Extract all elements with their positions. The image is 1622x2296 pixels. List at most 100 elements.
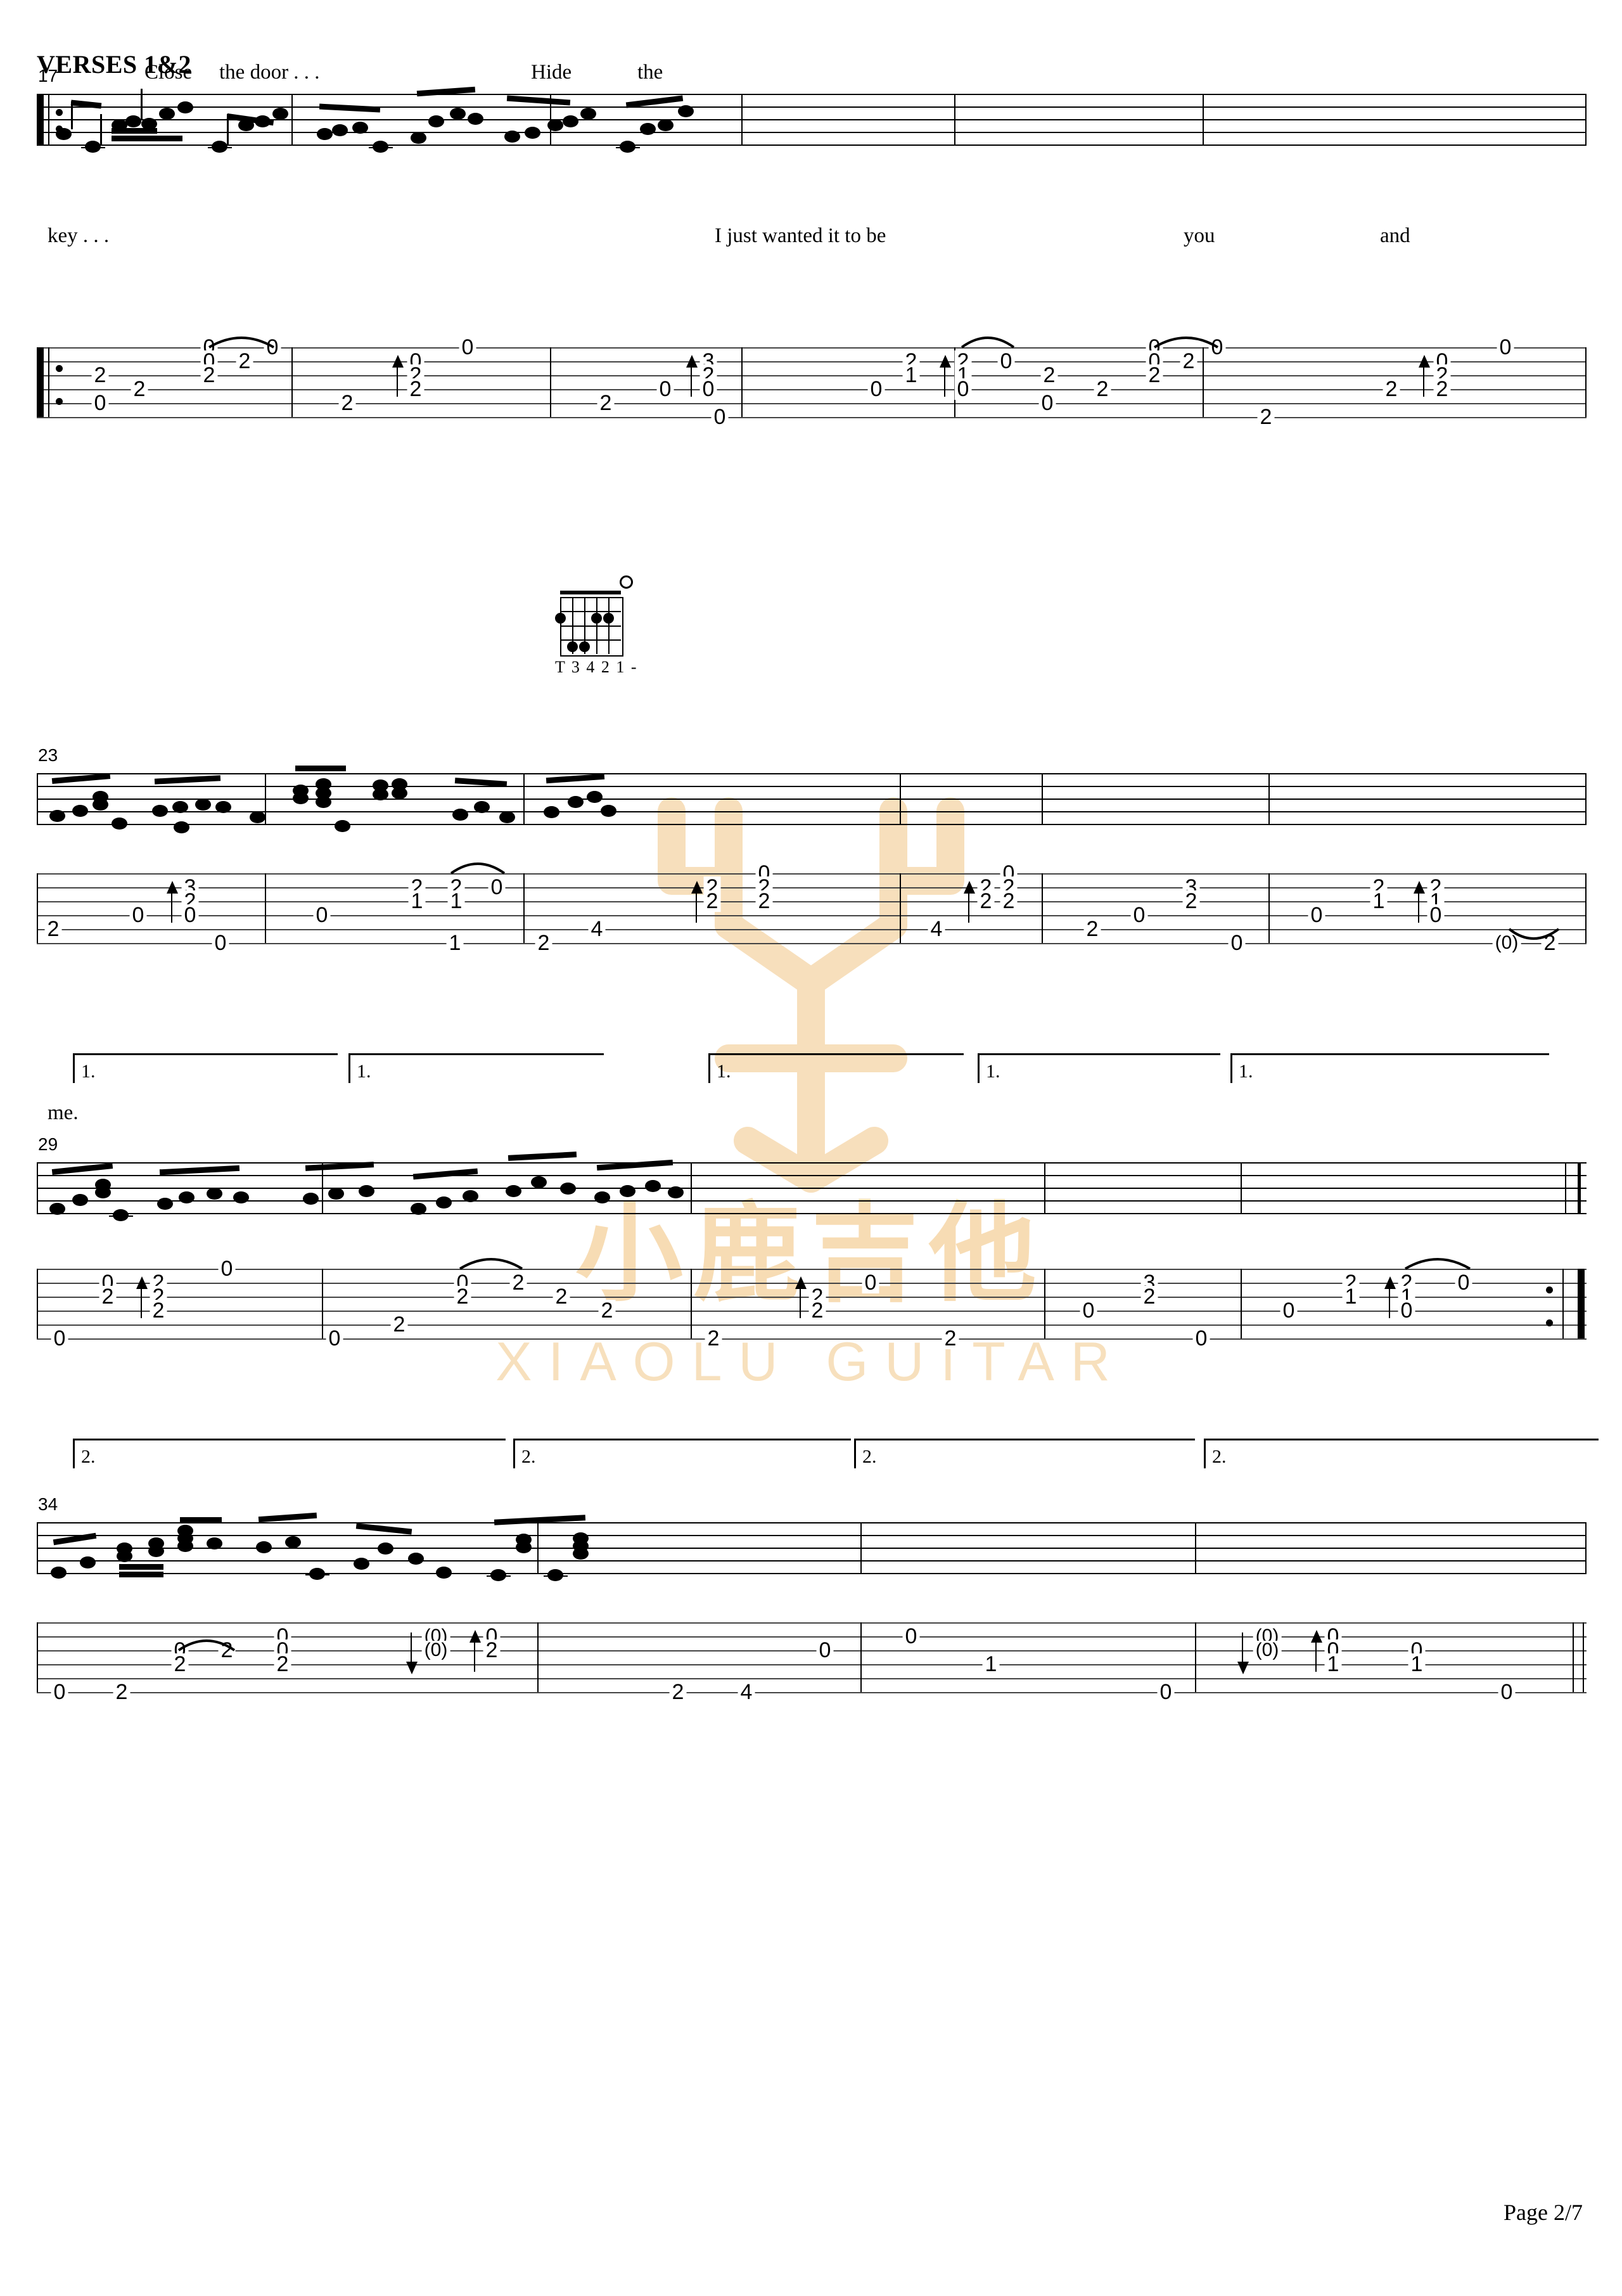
volta-label: 2. bbox=[862, 1446, 877, 1467]
tab-fret-number: 2 bbox=[597, 392, 615, 414]
tab-fret-number: 2 bbox=[1094, 378, 1111, 400]
tab-fret-number: 2 bbox=[1040, 364, 1058, 386]
volta-label: 1. bbox=[986, 1061, 1000, 1082]
tab-fret-number: 0 bbox=[656, 378, 674, 400]
system-2-tab-staff: 2 0 3 2 0 0 0 2 1 2 1 0 1 2 4 2 2 0 2 2 … bbox=[37, 863, 1587, 956]
tab-fret-number: 0 bbox=[862, 1272, 879, 1293]
system-1-tab-staff: 2 0 2 0 0 2 2 0 2 0 2 2 0 2 0 3 2 0 0 2 … bbox=[37, 337, 1587, 430]
tab-fret-number: 2 bbox=[755, 890, 773, 912]
tab-fret-number: 0 bbox=[1497, 337, 1514, 358]
tab-fret-number: 2 bbox=[535, 932, 552, 954]
chord-diagram: T 3 4 2 1 - bbox=[546, 575, 673, 680]
tab-fret-number: 0 bbox=[1498, 1681, 1516, 1703]
tab-fret-number: 1 bbox=[447, 890, 465, 912]
tab-fret-number: 2 bbox=[390, 1314, 408, 1335]
volta-bracket-1 bbox=[978, 1053, 1220, 1083]
volta-bracket-2 bbox=[513, 1439, 851, 1468]
tab-fret-number: 2 bbox=[703, 890, 721, 912]
tab-fret-number: 2 bbox=[1000, 890, 1018, 912]
tab-fret-number: 1 bbox=[1370, 890, 1388, 912]
tab-fret-number-ghost: (0) bbox=[421, 1641, 450, 1660]
tab-fret-number: 0 bbox=[997, 350, 1015, 372]
volta-bracket-2 bbox=[73, 1439, 506, 1468]
tab-fret-number: 0 bbox=[1130, 904, 1148, 926]
tab-fret-number: 0 bbox=[816, 1639, 834, 1661]
tab-fret-number: 0 bbox=[1308, 904, 1325, 926]
chord-dot bbox=[579, 641, 590, 652]
tab-fret-number: 0 bbox=[488, 876, 506, 898]
tab-fret-number: 2 bbox=[669, 1681, 687, 1703]
tab-fret-number: 2 bbox=[598, 1300, 616, 1321]
system-4-tab-staff: 0 2 0 2 2 0 0 2 (0) (0) 0 2 2 4 0 0 1 (0… bbox=[37, 1622, 1587, 1705]
tab-fret-number: 0 bbox=[1455, 1272, 1472, 1293]
volta-label: 1. bbox=[717, 1061, 731, 1082]
tab-fret-number: 0 bbox=[51, 1681, 68, 1703]
tab-fret-number: 2 bbox=[454, 1286, 471, 1307]
volta-bracket-1 bbox=[708, 1053, 964, 1083]
page-footer: Page 2/7 bbox=[1504, 2200, 1583, 2225]
arpeggio-up-arrow bbox=[136, 1276, 148, 1318]
tab-fret-number: 2 bbox=[808, 1300, 826, 1321]
tab-fret-number: 0 bbox=[1280, 1300, 1298, 1321]
arpeggio-up-arrow bbox=[1419, 355, 1430, 397]
measure-number: 17 bbox=[38, 66, 58, 86]
chord-dot bbox=[567, 641, 578, 652]
tab-fret-number: 2 bbox=[1083, 918, 1101, 940]
tab-fret-number: 1 bbox=[1408, 1653, 1426, 1675]
tab-fret-number: 2 bbox=[483, 1639, 501, 1661]
tie-slur bbox=[177, 1639, 236, 1651]
measure-number: 29 bbox=[38, 1134, 58, 1154]
tab-fret-number: 1 bbox=[1342, 1286, 1360, 1307]
volta-label: 2. bbox=[81, 1446, 96, 1467]
tab-fret-number: 4 bbox=[588, 918, 606, 940]
system-3-tab-staff: 0 0 2 2 2 2 0 0 2 0 2 2 2 2 2 2 2 0 2 0 … bbox=[37, 1258, 1587, 1351]
tab-fret-number: 2 bbox=[977, 890, 995, 912]
arpeggio-up-arrow bbox=[469, 1630, 481, 1672]
arpeggio-up-arrow bbox=[964, 881, 975, 923]
tab-fret-number: 2 bbox=[236, 350, 253, 372]
tie-slur bbox=[1153, 337, 1219, 349]
tab-fret-number: 2 bbox=[113, 1681, 131, 1703]
arpeggio-down-arrow bbox=[1237, 1632, 1249, 1674]
volta-bracket-2 bbox=[1204, 1439, 1599, 1468]
tab-fret-number: 1 bbox=[1324, 1653, 1342, 1675]
chord-fingering-label: T 3 4 2 1 - bbox=[555, 658, 638, 676]
tab-fret-number: 2 bbox=[705, 1328, 722, 1349]
tab-fret-number: 1 bbox=[982, 1653, 1000, 1675]
tab-fret-number: 2 bbox=[171, 1653, 189, 1675]
lyric-word: you bbox=[1184, 224, 1215, 247]
volta-label: 1. bbox=[1239, 1061, 1253, 1082]
tie-slur bbox=[961, 337, 1015, 349]
lyric-word: and bbox=[1380, 224, 1410, 247]
tab-fret-number: 2 bbox=[274, 1653, 291, 1675]
chord-dot bbox=[591, 613, 602, 624]
tie-slur bbox=[1508, 928, 1560, 940]
chord-nut bbox=[560, 591, 621, 594]
tab-fret-number: 0 bbox=[1080, 1300, 1097, 1321]
tab-fret-number: 0 bbox=[181, 904, 199, 926]
tab-fret-number: 2 bbox=[1383, 378, 1400, 400]
tab-fret-number: 4 bbox=[928, 918, 945, 940]
arpeggio-up-arrow bbox=[940, 355, 951, 397]
tab-fret-number: 0 bbox=[313, 904, 331, 926]
tab-fret-number: 0 bbox=[1427, 904, 1445, 926]
tie-slur bbox=[459, 1258, 523, 1270]
arpeggio-up-arrow bbox=[392, 355, 404, 397]
tab-fret-number: 2 bbox=[338, 392, 356, 414]
tab-fret-number: 0 bbox=[51, 1328, 68, 1349]
lyric-word: the bbox=[637, 61, 663, 84]
tab-fret-number-ghost: (0) bbox=[1253, 1641, 1282, 1660]
sheet-music-page: 小鹿吉他 XIAOLU GUITAR VERSES 1&2 Close the … bbox=[0, 0, 1622, 2296]
system-2-notation-staff: 23 bbox=[37, 745, 1587, 880]
tab-fret-number: 2 bbox=[91, 364, 109, 386]
tab-fret-number: 1 bbox=[446, 932, 464, 954]
volta-bracket-1 bbox=[348, 1053, 604, 1083]
tab-fret-number: 0 bbox=[711, 406, 729, 428]
tab-fret-number: 0 bbox=[867, 378, 885, 400]
tab-fret-number: 0 bbox=[1157, 1681, 1175, 1703]
system-3-notation-staff: 29 bbox=[37, 1134, 1587, 1269]
lyric-word: the door . . . bbox=[219, 61, 320, 84]
tab-fret-number: 0 bbox=[699, 378, 717, 400]
tab-fret-number: 0 bbox=[91, 392, 109, 414]
tab-fret-number: 1 bbox=[902, 364, 920, 386]
